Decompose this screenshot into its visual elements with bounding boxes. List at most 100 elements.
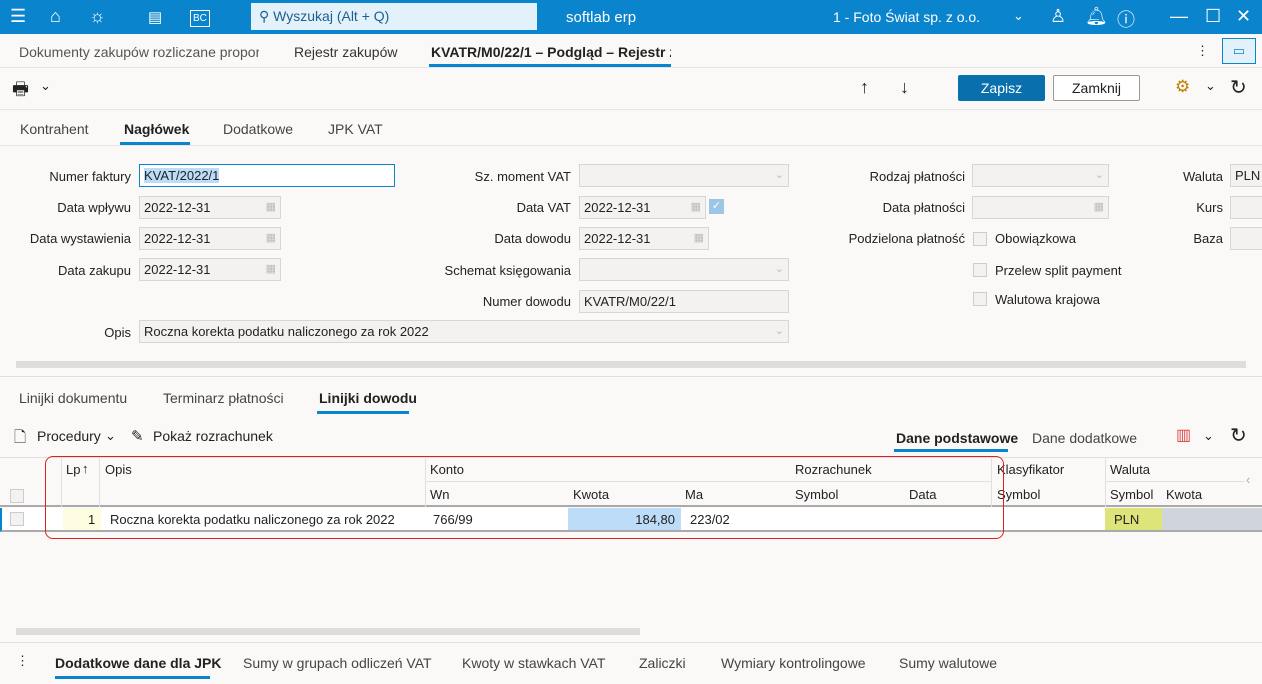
bottom-tab-0[interactable]: Dodatkowe dane dla JPK (55, 655, 221, 671)
chart-icon[interactable]: ▥ (1176, 425, 1191, 445)
minimize-icon[interactable]: — (1170, 6, 1188, 27)
search-input[interactable]: ⚲ Wyszukaj (Alt + Q) (251, 3, 537, 30)
bottom-tab-4[interactable]: Wymiary kontrolingowe (721, 655, 866, 671)
data-vat-checkbox[interactable]: ✓ (709, 199, 724, 214)
save-button[interactable]: Zapisz (958, 75, 1045, 101)
close-window-icon[interactable]: ✕ (1236, 6, 1251, 27)
bell-icon[interactable]: 🔔︎ (1085, 6, 1108, 27)
company-select[interactable]: 1 - Foto Świat sp. z o.o. (833, 9, 980, 25)
label-numer-dowodu: Numer dowodu (482, 294, 571, 309)
tab-naglowek[interactable]: Nagłówek (124, 121, 189, 137)
data-dowodu-input[interactable]: 2022-12-31 ▦ (579, 227, 709, 250)
settings-icon[interactable]: ⚙ (1175, 77, 1190, 97)
row-checkbox[interactable] (10, 512, 24, 526)
label-sz-moment-vat: Sz. moment VAT (474, 169, 571, 184)
col-klasyfikator: Klasyfikator (997, 462, 1065, 477)
label-data-dowodu: Data dowodu (494, 231, 571, 246)
tab-dodatkowe[interactable]: Dodatkowe (223, 121, 293, 137)
split-payment-label: Przelew split payment (995, 263, 1122, 278)
maximize-icon[interactable]: ☐ (1205, 6, 1221, 27)
label-waluta: Waluta (1183, 169, 1223, 184)
col-wal-kwota[interactable]: Kwota (1166, 487, 1202, 502)
news-icon[interactable]: ▤ (148, 8, 162, 26)
label-rodzaj-platnosci: Rodzaj płatności (869, 169, 965, 184)
bulb-icon[interactable]: ☼ (89, 6, 106, 27)
home-icon[interactable]: ⌂ (50, 6, 61, 27)
waluta-input[interactable]: PLN (1230, 164, 1262, 187)
top-bar: ☰ ⌂ ☼ ▤ BC ⚲ Wyszukaj (Alt + Q) softlab … (0, 0, 1262, 34)
bc-icon[interactable]: BC (190, 10, 210, 27)
sz-moment-vat-select[interactable]: ⌄ (579, 164, 789, 187)
form-scrollbar[interactable] (16, 361, 1246, 368)
schemat-select[interactable]: ⌄ (579, 258, 789, 281)
tab-terminarz[interactable]: Terminarz płatności (163, 390, 284, 406)
tab-linijki-dokumentu[interactable]: Linijki dokumentu (19, 390, 127, 406)
search-icon: ⚲ (259, 8, 274, 24)
obowiazkowa-checkbox[interactable] (973, 232, 987, 246)
grid-scrollbar[interactable] (16, 628, 640, 635)
refresh-icon[interactable]: ↻ (1230, 75, 1247, 100)
refresh-icon[interactable]: ↻ (1230, 423, 1247, 448)
label-data-platnosci: Data płatności (882, 200, 965, 215)
numer-dowodu-input[interactable]: KVATR/M0/22/1 (579, 290, 789, 313)
split-payment-checkbox[interactable] (973, 263, 987, 277)
help-icon[interactable]: ⓘ (1117, 6, 1135, 32)
arrow-up-icon[interactable]: ↑ (860, 77, 869, 98)
menu-icon[interactable]: ☰ (10, 6, 26, 27)
pokaz-rozrachunek-button[interactable]: Pokaż rozrachunek (153, 428, 273, 444)
user-icon[interactable]: ♙ (1050, 6, 1066, 27)
tab-kontrahent[interactable]: Kontrahent (20, 121, 89, 137)
baza-input[interactable] (1230, 227, 1262, 250)
col-waluta: Waluta (1110, 462, 1150, 477)
chevron-down-icon[interactable]: ⌄ (1203, 428, 1214, 444)
calendar-icon: ▦ (265, 232, 276, 244)
toolbar: 🖶︎ ⌄ ↑ ↓ Zapisz Zamknij ⚙ ⌄ ↻ (0, 68, 1262, 110)
label-schemat: Schemat księgowania (444, 263, 571, 278)
tab-jpk-vat[interactable]: JPK VAT (328, 121, 383, 137)
kurs-input[interactable] (1230, 196, 1262, 219)
procedury-button[interactable]: Procedury (37, 428, 101, 444)
cell-waluta: PLN (1114, 512, 1140, 527)
rodzaj-platnosci-select[interactable]: ⌄ (972, 164, 1109, 187)
numer-faktury-input[interactable]: KVAT/2022/1 (139, 164, 395, 187)
walutowa-label: Walutowa krajowa (995, 292, 1101, 307)
bottom-tab-2[interactable]: Kwoty w stawkach VAT (462, 655, 605, 671)
bottom-tabs: ⋮ Dodatkowe dane dla JPK Sumy w grupach … (0, 642, 1262, 684)
bottom-tab-5[interactable]: Sumy walutowe (899, 655, 997, 671)
data-vat-input[interactable]: 2022-12-31 ▦ (579, 196, 706, 219)
calendar-icon: ▦ (690, 201, 701, 213)
label-opis: Opis (104, 325, 131, 340)
bottom-tab-1[interactable]: Sumy w grupach odliczeń VAT (243, 655, 432, 671)
chevron-down-icon[interactable]: ⌄ (40, 78, 51, 94)
tab-dane-dodatkowe[interactable]: Dane dodatkowe (1032, 430, 1137, 446)
opis-input[interactable]: Roczna korekta podatku naliczonego za ro… (139, 320, 789, 343)
app-name: softlab erp (566, 9, 637, 26)
bottom-tab-3[interactable]: Zaliczki (639, 655, 686, 671)
data-platnosci-input[interactable]: ▦ (972, 196, 1109, 219)
chat-icon[interactable]: ▭ (1222, 38, 1256, 64)
label-data-wystawienia: Data wystawienia (29, 231, 131, 246)
doc-tab-0[interactable]: Dokumenty zakupów rozliczane propor (19, 44, 259, 60)
tab-dane-podstawowe[interactable]: Dane podstawowe (896, 430, 1018, 446)
data-wystawienia-input[interactable]: 2022-12-31 ▦ (139, 227, 281, 250)
label-data-wplywu: Data wpływu (57, 200, 131, 215)
walutowa-checkbox[interactable] (973, 292, 987, 306)
scroll-left-icon[interactable]: ‹ (1246, 472, 1250, 487)
tab-linijki-dowodu[interactable]: Linijki dowodu (319, 390, 417, 406)
select-all-checkbox[interactable] (10, 489, 24, 503)
calendar-icon: ▦ (265, 201, 276, 213)
more-icon[interactable]: ⋮ (16, 653, 29, 669)
data-zakupu-input[interactable]: 2022-12-31 ▦ (139, 258, 281, 281)
doc-tab-1[interactable]: Rejestr zakupów (294, 44, 398, 60)
chevron-down-icon[interactable]: ⌄ (1205, 78, 1216, 94)
col-wal-symbol[interactable]: Symbol (1110, 487, 1153, 502)
data-wplywu-input[interactable]: 2022-12-31 ▦ (139, 196, 281, 219)
print-icon[interactable]: 🖶︎ (12, 77, 29, 107)
arrow-down-icon[interactable]: ↓ (900, 77, 909, 98)
chevron-down-icon[interactable]: ⌄ (105, 428, 116, 444)
doc-tab-2[interactable]: KVATR/M0/22/1 – Podgląd – Rejestr za (431, 44, 671, 60)
more-icon[interactable]: ⋮ (1196, 43, 1209, 59)
obowiazkowa-label: Obowiązkowa (995, 231, 1076, 246)
close-button[interactable]: Zamknij (1053, 75, 1140, 101)
chevron-down-icon[interactable]: ⌄ (1013, 8, 1024, 24)
